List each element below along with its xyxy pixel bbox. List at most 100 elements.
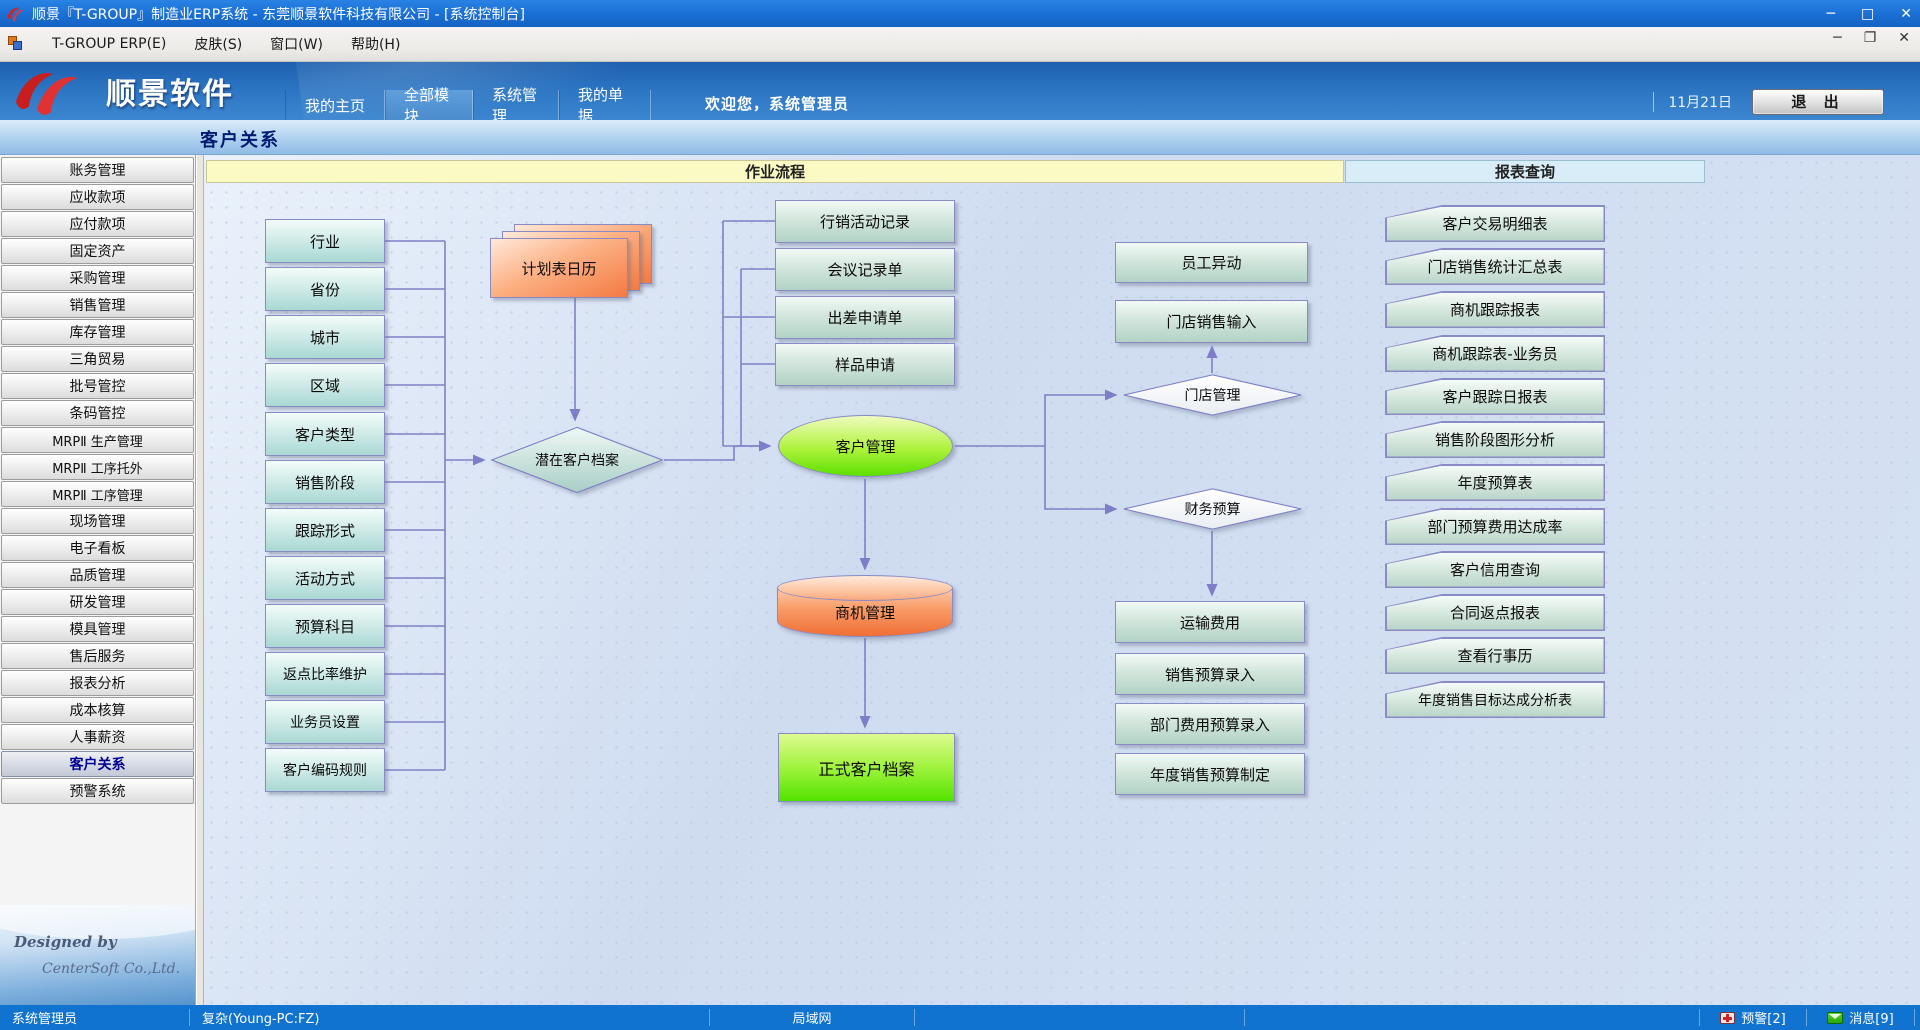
node-marketing-activity[interactable]: 行销活动记录: [775, 200, 955, 243]
report-label: 商机跟踪表-业务员: [1387, 337, 1604, 371]
sidebar-item-report-analysis[interactable]: 报表分析: [1, 670, 194, 696]
node-annual-sales-budget[interactable]: 年度销售预算制定: [1115, 753, 1305, 795]
grid-dots: [204, 155, 1920, 1005]
node-customer-type[interactable]: 客户类型: [265, 412, 385, 456]
node-label: 潜在客户档案: [490, 426, 664, 494]
tab-all-modules[interactable]: 全部模块: [385, 90, 473, 120]
tab-system-admin[interactable]: 系统管理: [473, 90, 559, 120]
report-opportunity-tracking[interactable]: 商机跟踪报表: [1385, 291, 1605, 328]
sidebar-item-barcode-control[interactable]: 条码管控: [1, 400, 194, 426]
tab-my-documents[interactable]: 我的单据: [559, 90, 651, 120]
report-sales-stage-graph[interactable]: 销售阶段图形分析: [1385, 421, 1605, 458]
node-salesman-setup[interactable]: 业务员设置: [265, 700, 385, 744]
sidebar-splitter[interactable]: [197, 155, 204, 1005]
sidebar-item-mold[interactable]: 模具管理: [1, 616, 194, 642]
status-host: 复杂(Young-PC:FZ): [190, 1009, 710, 1026]
workflow-section-header: 作业流程: [206, 160, 1344, 183]
node-finance-budget-diamond[interactable]: 财务预算: [1122, 488, 1303, 530]
sidebar-item-mrp2-production[interactable]: MRPⅡ 生产管理: [1, 427, 194, 453]
node-industry[interactable]: 行业: [265, 219, 385, 263]
report-store-sales-summary[interactable]: 门店销售统计汇总表: [1385, 248, 1605, 285]
report-dept-budget-achievement[interactable]: 部门预算费用达成率: [1385, 508, 1605, 545]
menu-skin[interactable]: 皮肤(S): [180, 30, 256, 58]
node-province[interactable]: 省份: [265, 267, 385, 311]
node-business-trip-request[interactable]: 出差申请单: [775, 296, 955, 339]
report-customer-credit-query[interactable]: 客户信用查询: [1385, 551, 1605, 588]
child-minimize-icon[interactable]: ─: [1833, 30, 1841, 46]
maximize-icon[interactable]: □: [1861, 6, 1874, 22]
minimize-icon[interactable]: ─: [1827, 6, 1835, 22]
sidebar-item-customer-relations[interactable]: 客户关系: [1, 751, 194, 777]
sidebar-item-purchasing[interactable]: 采购管理: [1, 265, 194, 291]
status-message[interactable]: 消息[9]: [1807, 1009, 1915, 1026]
report-label: 销售阶段图形分析: [1387, 423, 1604, 457]
node-plan-calendar[interactable]: 计划表日历: [490, 238, 628, 298]
report-label: 客户跟踪日报表: [1387, 380, 1604, 414]
sidebar-item-rnd[interactable]: 研发管理: [1, 589, 194, 615]
node-rebate-rate[interactable]: 返点比率维护: [265, 652, 385, 696]
sidebar-item-quality[interactable]: 品质管理: [1, 562, 194, 588]
tab-my-home[interactable]: 我的主页: [285, 90, 385, 120]
sidebar-item-mrp2-process[interactable]: MRPⅡ 工序管理: [1, 481, 194, 507]
node-customer-code-rule[interactable]: 客户编码规则: [265, 748, 385, 792]
report-customer-tracking-daily[interactable]: 客户跟踪日报表: [1385, 378, 1605, 415]
node-budget-subject[interactable]: 预算科目: [265, 604, 385, 648]
report-annual-budget[interactable]: 年度预算表: [1385, 464, 1605, 501]
node-sales-stage[interactable]: 销售阶段: [265, 460, 385, 504]
sidebar-item-receivables[interactable]: 应收款项: [1, 184, 194, 210]
sidebar-item-accounting[interactable]: 账务管理: [1, 157, 194, 183]
report-view-calendar[interactable]: 查看行事历: [1385, 637, 1605, 674]
sidebar-item-fixed-assets[interactable]: 固定资产: [1, 238, 194, 264]
sidebar-item-sales[interactable]: 销售管理: [1, 292, 194, 318]
report-annual-sales-target-analysis[interactable]: 年度销售目标达成分析表: [1385, 681, 1605, 718]
status-alert[interactable]: 预警[2]: [1700, 1009, 1807, 1026]
flowchart-canvas: 作业流程 报表查询: [204, 155, 1920, 1005]
node-transport-cost[interactable]: 运输费用: [1115, 601, 1305, 643]
menu-help[interactable]: 帮助(H): [337, 30, 414, 58]
node-opportunity-management[interactable]: 商机管理: [777, 575, 953, 637]
close-icon[interactable]: ✕: [1900, 6, 1912, 22]
sidebar-item-payables[interactable]: 应付款项: [1, 211, 194, 237]
module-sidebar: 账务管理 应收款项 应付款项 固定资产 采购管理 销售管理 库存管理 三角贸易 …: [0, 155, 196, 1005]
erp-application-window: 顺景『T-GROUP』制造业ERP系统 - 东莞顺景软件科技有限公司 - [系统…: [0, 0, 1920, 1030]
designed-by-panel: Designed by CenterSoft Co.,Ltd.: [0, 905, 195, 1005]
alert-label: 预警[2]: [1741, 1008, 1785, 1027]
report-customer-transaction-detail[interactable]: 客户交易明细表: [1385, 205, 1605, 242]
node-city[interactable]: 城市: [265, 315, 385, 359]
child-restore-icon[interactable]: ❐: [1864, 30, 1877, 46]
node-activity-method[interactable]: 活动方式: [265, 556, 385, 600]
report-label: 商机跟踪报表: [1387, 293, 1604, 327]
node-dept-expense-budget-entry[interactable]: 部门费用预算录入: [1115, 703, 1305, 745]
sidebar-item-inventory[interactable]: 库存管理: [1, 319, 194, 345]
menu-window[interactable]: 窗口(W): [256, 30, 337, 58]
report-opportunity-tracking-salesman[interactable]: 商机跟踪表-业务员: [1385, 335, 1605, 372]
report-label: 合同返点报表: [1387, 596, 1604, 630]
node-sample-request[interactable]: 样品申请: [775, 343, 955, 386]
sidebar-item-e-kanban[interactable]: 电子看板: [1, 535, 194, 561]
child-close-icon[interactable]: ✕: [1898, 30, 1910, 46]
app-logo-icon: [6, 5, 24, 23]
node-formal-customer-file[interactable]: 正式客户档案: [778, 733, 955, 802]
node-region[interactable]: 区域: [265, 363, 385, 407]
node-customer-management[interactable]: 客户管理: [778, 415, 953, 477]
node-store-sales-entry[interactable]: 门店销售输入: [1115, 300, 1308, 343]
node-employee-change[interactable]: 员工异动: [1115, 242, 1308, 283]
sidebar-item-hr-payroll[interactable]: 人事薪资: [1, 724, 194, 750]
sidebar-item-shopfloor[interactable]: 现场管理: [1, 508, 194, 534]
report-contract-rebate[interactable]: 合同返点报表: [1385, 594, 1605, 631]
sidebar-item-triangle-trade[interactable]: 三角贸易: [1, 346, 194, 372]
menu-tgroup-erp[interactable]: T-GROUP ERP(E): [38, 32, 180, 56]
exit-button[interactable]: 退 出: [1752, 89, 1884, 115]
node-tracking-form[interactable]: 跟踪形式: [265, 508, 385, 552]
node-sales-budget-entry[interactable]: 销售预算录入: [1115, 653, 1305, 695]
sidebar-item-costing[interactable]: 成本核算: [1, 697, 194, 723]
nav-tabstrip: 我的主页 全部模块 系统管理 我的单据: [285, 90, 651, 120]
node-potential-customer-diamond[interactable]: 潜在客户档案: [490, 426, 664, 494]
node-meeting-record[interactable]: 会议记录单: [775, 248, 955, 291]
sidebar-item-lot-control[interactable]: 批号管控: [1, 373, 194, 399]
sidebar-item-after-sales[interactable]: 售后服务: [1, 643, 194, 669]
node-store-management-diamond[interactable]: 门店管理: [1122, 374, 1303, 416]
sidebar-item-alert-system[interactable]: 预警系统: [1, 778, 194, 804]
sidebar-item-mrp2-outsourcing[interactable]: MRPⅡ 工序托外: [1, 454, 194, 480]
alert-icon: [1720, 1012, 1735, 1024]
